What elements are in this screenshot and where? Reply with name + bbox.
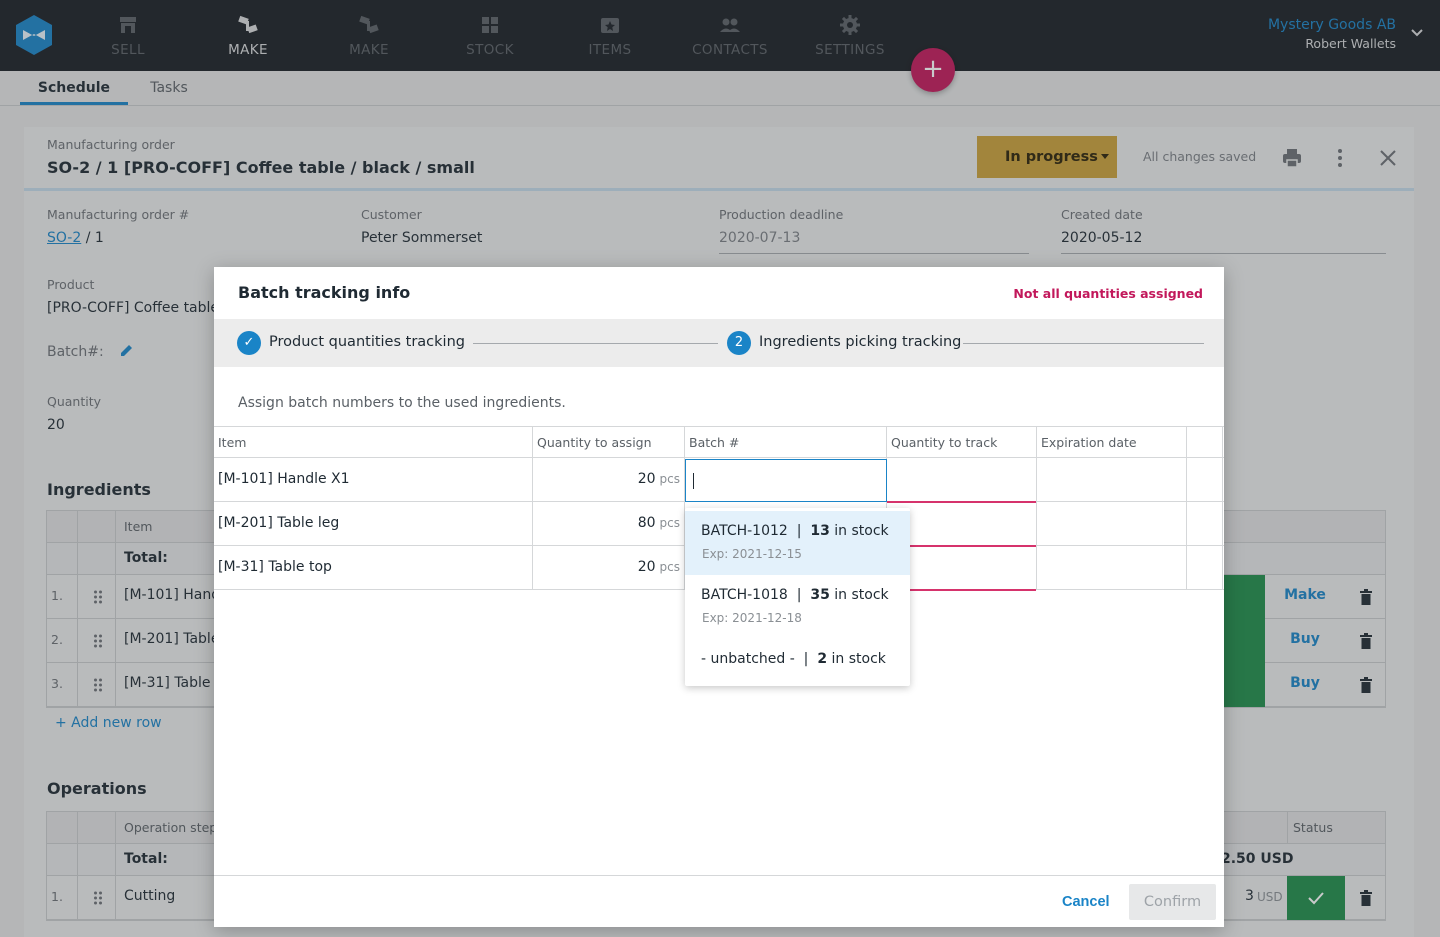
- invalid-underline: [887, 501, 1036, 503]
- separator: |: [794, 651, 818, 667]
- confirm-button[interactable]: Confirm: [1129, 884, 1216, 920]
- quantity-value: 20: [637, 559, 656, 575]
- stock-count: 2: [817, 651, 828, 667]
- column-expiration-date: Expiration date: [1037, 427, 1187, 457]
- text-caret: [693, 473, 694, 489]
- quantity-value: 80: [637, 515, 656, 531]
- batch-expiry: Exp: 2021-12-15: [702, 547, 802, 561]
- quantity-unit: pcs: [659, 516, 680, 530]
- ingredient-name: [M-201] Table leg: [214, 502, 533, 545]
- quantity-to-track-field[interactable]: [887, 458, 1037, 501]
- stock-count: 13: [810, 523, 830, 539]
- column-quantity-to-track: Quantity to track: [887, 427, 1037, 457]
- quantity-unit: pcs: [659, 472, 680, 486]
- column-quantity-to-assign: Quantity to assign: [533, 427, 685, 457]
- separator: |: [787, 587, 811, 603]
- quantity-value: 20: [637, 471, 656, 487]
- stock-count: 35: [810, 587, 830, 603]
- batch-option[interactable]: BATCH-1018 | 35 in stock Exp: 2021-12-18: [685, 575, 910, 639]
- warning-text: Not all quantities assigned: [1013, 286, 1203, 301]
- stock-suffix: in stock: [829, 523, 889, 539]
- column-item: Item: [214, 427, 533, 457]
- stock-suffix: in stock: [827, 651, 886, 667]
- table-header: Item Quantity to assign Batch # Quantity…: [214, 426, 1224, 458]
- batch-tracking-modal: Batch tracking info Not all quantities a…: [214, 267, 1224, 927]
- batch-option-text: BATCH-1018 | 35 in stock: [701, 587, 889, 603]
- column-batch: Batch #: [685, 427, 887, 457]
- batch-option-text: BATCH-1012 | 13 in stock: [701, 523, 889, 539]
- modal-title: Batch tracking info: [238, 283, 411, 302]
- quantity-unit: pcs: [659, 560, 680, 574]
- cancel-button[interactable]: Cancel: [1062, 884, 1110, 920]
- batch-dropdown: BATCH-1012 | 13 in stock Exp: 2021-12-15…: [685, 508, 910, 686]
- batch-input[interactable]: [685, 459, 887, 502]
- quantity-to-assign: 20 pcs: [533, 546, 685, 589]
- batch-name: BATCH-1018: [701, 587, 788, 603]
- check-icon: ✓: [237, 331, 261, 355]
- expiration-date-cell: [1037, 458, 1187, 501]
- modal-description: Assign batch numbers to the used ingredi…: [238, 395, 566, 411]
- modal-footer: Cancel Confirm: [214, 875, 1224, 927]
- step-product-quantities[interactable]: Product quantities tracking: [269, 334, 465, 350]
- batch-expiry: Exp: 2021-12-18: [702, 611, 802, 625]
- expiration-date-cell: [1037, 546, 1187, 589]
- batch-option-highlighted[interactable]: BATCH-1012 | 13 in stock Exp: 2021-12-15: [685, 511, 910, 575]
- step-ingredients-picking[interactable]: Ingredients picking tracking: [759, 334, 961, 350]
- batch-name: - unbatched -: [701, 651, 795, 667]
- stock-suffix: in stock: [829, 587, 889, 603]
- step-connector: [963, 343, 1204, 344]
- expiration-date-cell: [1037, 502, 1187, 545]
- stepper: ✓ Product quantities tracking 2 Ingredie…: [214, 319, 1224, 367]
- step-number-badge: 2: [727, 331, 751, 355]
- ingredient-name: [M-101] Handle X1: [214, 458, 533, 501]
- batch-name: BATCH-1012: [701, 523, 788, 539]
- ingredient-name: [M-31] Table top: [214, 546, 533, 589]
- batch-option[interactable]: - unbatched - | 2 in stock: [685, 639, 910, 683]
- quantity-to-assign: 80 pcs: [533, 502, 685, 545]
- step-connector: [473, 343, 718, 344]
- batch-option-text: - unbatched - | 2 in stock: [701, 651, 886, 667]
- separator: |: [787, 523, 811, 539]
- quantity-to-assign: 20 pcs: [533, 458, 685, 501]
